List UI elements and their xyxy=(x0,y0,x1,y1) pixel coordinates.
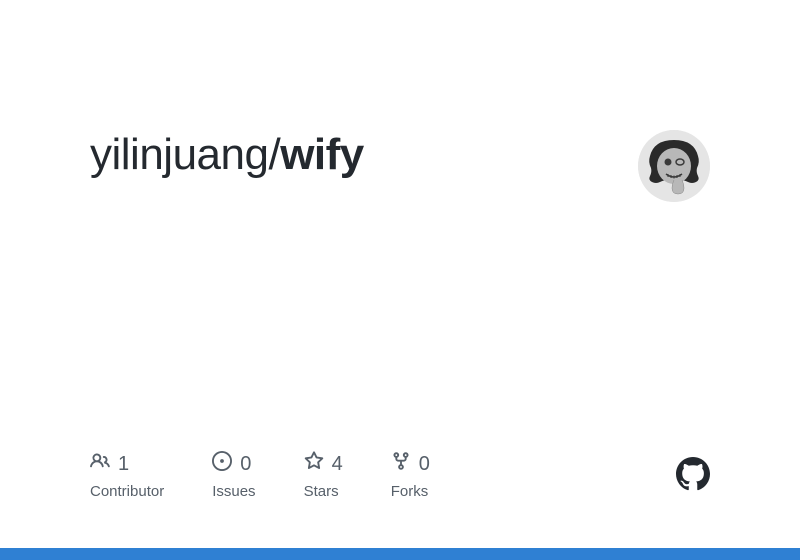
stats-group: 1 Contributor 0 Issues 4 xyxy=(90,451,430,500)
issue-icon xyxy=(212,451,232,477)
stat-label: Contributor xyxy=(90,483,164,500)
social-card: yilinjuang/wify 1 xyxy=(0,0,800,560)
stats-row: 1 Contributor 0 Issues 4 xyxy=(90,451,710,500)
stat-forks[interactable]: 0 Forks xyxy=(391,451,430,500)
stat-contributors[interactable]: 1 Contributor xyxy=(90,451,164,500)
repo-name: wify xyxy=(280,130,364,179)
github-icon xyxy=(676,457,710,491)
star-icon xyxy=(304,451,324,477)
fork-icon xyxy=(391,451,411,477)
stat-issues[interactable]: 0 Issues xyxy=(212,451,255,500)
stat-count: 1 xyxy=(118,453,129,476)
accent-bar xyxy=(0,548,800,560)
repo-slash: / xyxy=(268,130,280,179)
stat-count: 0 xyxy=(419,453,430,476)
avatar[interactable] xyxy=(638,130,710,202)
github-logo[interactable] xyxy=(676,457,710,491)
stat-count: 0 xyxy=(240,453,251,476)
repo-owner: yilinjuang xyxy=(90,130,268,179)
repo-title[interactable]: yilinjuang/wify xyxy=(90,130,364,180)
stat-label: Forks xyxy=(391,483,430,500)
stat-label: Issues xyxy=(212,483,255,500)
stat-count: 4 xyxy=(332,453,343,476)
stat-label: Stars xyxy=(304,483,343,500)
header: yilinjuang/wify xyxy=(90,130,710,202)
stat-stars[interactable]: 4 Stars xyxy=(304,451,343,500)
people-icon xyxy=(90,451,110,477)
